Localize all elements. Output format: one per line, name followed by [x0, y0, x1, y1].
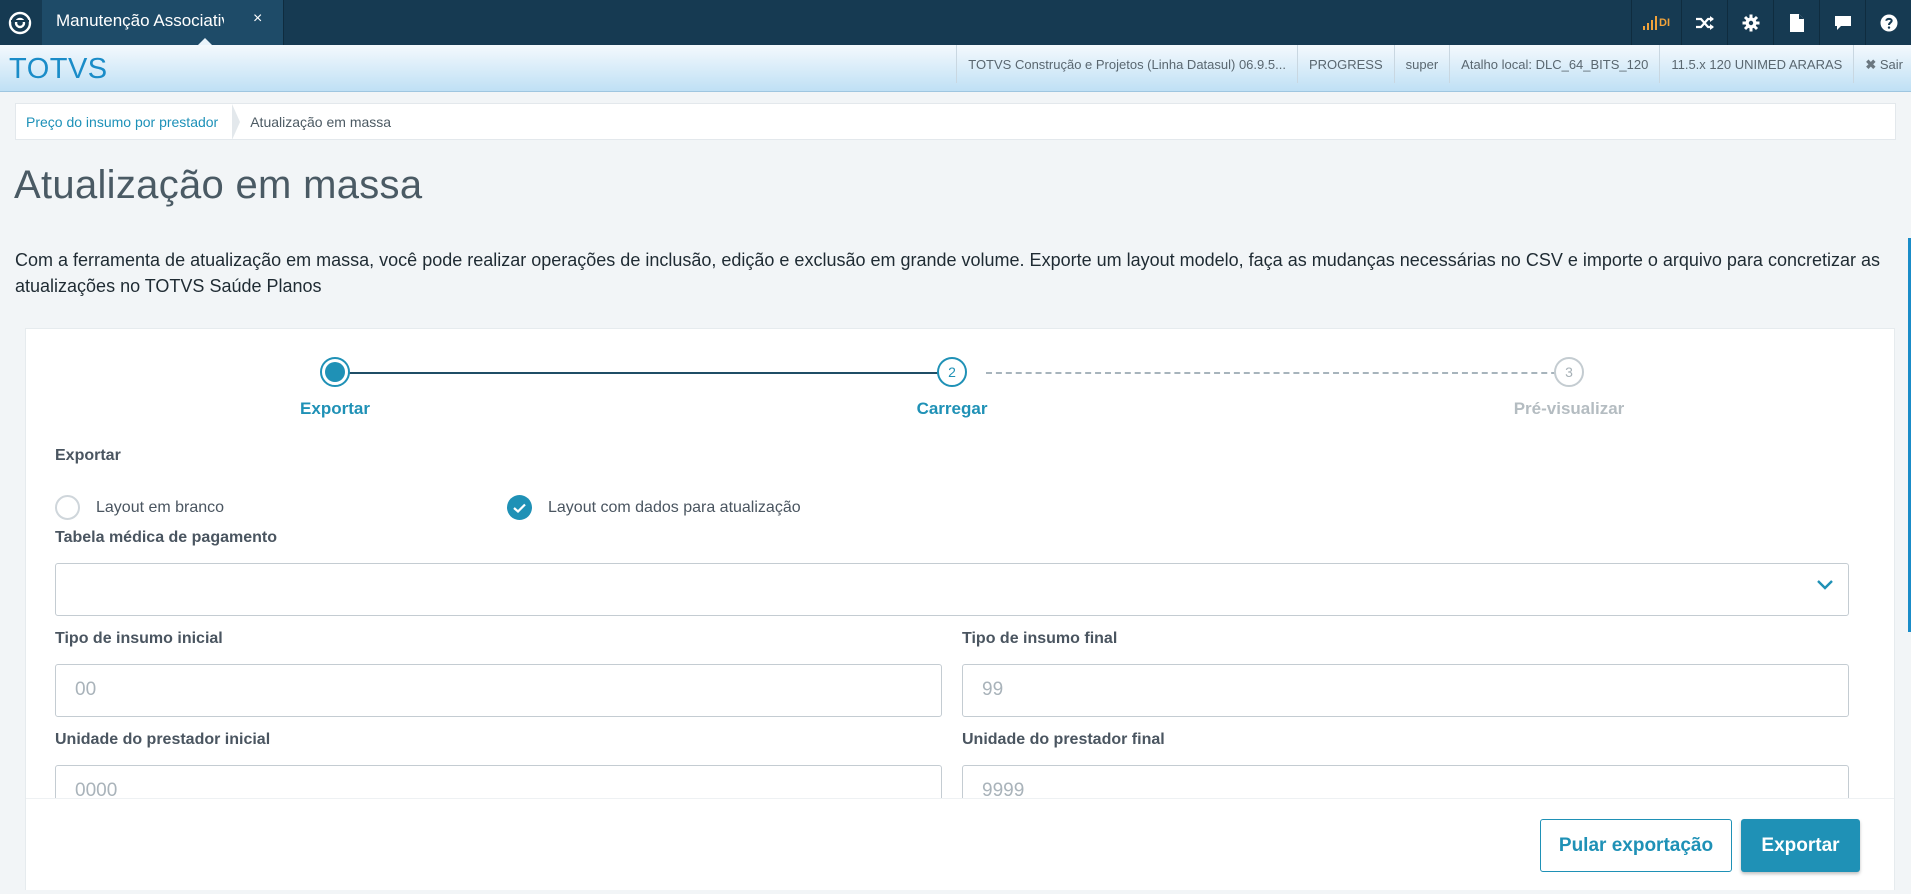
radio-unchecked-icon	[55, 495, 80, 520]
shuffle-icon[interactable]	[1681, 0, 1727, 45]
export-button[interactable]: Exportar	[1741, 819, 1860, 872]
step-1-label[interactable]: Exportar	[235, 399, 435, 419]
top-bar: Manutenção Associativ × DI	[0, 0, 1911, 46]
info-bar: TOTVS TOTVS Construção e Projetos (Linha…	[0, 45, 1911, 92]
stepper-line-completed	[345, 372, 955, 374]
step-active-dot-icon	[325, 362, 345, 382]
breadcrumb-current: Atualização em massa	[250, 113, 392, 130]
company-info: 11.5.x 120 UNIMED ARARAS	[1659, 45, 1853, 83]
help-icon[interactable]	[1865, 0, 1911, 45]
database-info: PROGRESS	[1296, 45, 1394, 83]
tipo-insumo-final-input[interactable]: 99	[962, 664, 1849, 717]
radio-layout-data[interactable]: Layout com dados para atualização	[507, 495, 801, 520]
radio-layout-data-label: Layout com dados para atualização	[548, 498, 801, 516]
bulk-update-card: 2 3 Exportar Carregar Pré-visualizar Exp…	[25, 328, 1895, 890]
close-icon[interactable]: ×	[253, 10, 262, 28]
shortcut-info: Atalho local: DLC_64_BITS_120	[1449, 45, 1659, 83]
chat-icon[interactable]	[1819, 0, 1865, 45]
page-description: Com a ferramenta de atualização em massa…	[15, 250, 1880, 296]
chevron-down-icon	[1817, 580, 1833, 590]
close-icon: ✖	[1865, 57, 1877, 72]
session-info: TOTVS Construção e Projetos (Linha Datas…	[956, 45, 1911, 83]
top-icon-group: DI	[1631, 0, 1911, 45]
step-3-label[interactable]: Pré-visualizar	[1469, 399, 1669, 419]
skip-export-button[interactable]: Pular exportação	[1540, 819, 1732, 872]
tipo-insumo-inicial-label: Tipo de insumo inicial	[55, 630, 223, 647]
signal-label: DI	[1659, 16, 1670, 29]
step-2-label[interactable]: Carregar	[852, 399, 1052, 419]
radio-checked-icon	[507, 495, 532, 520]
tab-label: Manutenção Associativ	[56, 11, 224, 30]
step-2-indicator[interactable]: 2	[937, 357, 967, 387]
signal-icon	[1643, 15, 1657, 30]
step-1-indicator[interactable]	[320, 357, 350, 387]
breadcrumb: Preço do insumo por prestador Atualizaçã…	[15, 103, 1896, 140]
step-3-indicator[interactable]: 3	[1554, 357, 1584, 387]
totvs-logo-icon[interactable]	[0, 0, 40, 45]
tipo-insumo-inicial-input[interactable]: 00	[55, 664, 942, 717]
product-info: TOTVS Construção e Projetos (Linha Datas…	[956, 45, 1297, 83]
document-icon[interactable]	[1773, 0, 1819, 45]
brand-title: TOTVS	[9, 53, 108, 85]
gear-icon[interactable]	[1727, 0, 1773, 45]
breadcrumb-separator	[232, 103, 241, 140]
unidade-prestador-inicial-label: Unidade do prestador inicial	[55, 731, 271, 748]
user-info: super	[1393, 45, 1450, 83]
tab-manutencao[interactable]: Manutenção Associativ ×	[42, 0, 284, 46]
exit-label: Sair	[1879, 57, 1903, 72]
page-title: Atualização em massa	[14, 163, 423, 207]
exit-button[interactable]: ✖ Sair	[1853, 45, 1911, 83]
breadcrumb-parent-link[interactable]: Preço do insumo por prestador	[16, 114, 232, 130]
radio-layout-blank[interactable]: Layout em branco	[55, 495, 224, 520]
unidade-prestador-final-label: Unidade do prestador final	[962, 731, 1165, 748]
card-footer: Pular exportação Exportar	[26, 798, 1894, 890]
signal-indicator[interactable]: DI	[1631, 0, 1681, 45]
tabela-medica-label: Tabela médica de pagamento	[55, 529, 277, 546]
export-section-title: Exportar	[55, 447, 121, 464]
radio-layout-blank-label: Layout em branco	[96, 498, 225, 516]
tabela-medica-select[interactable]	[55, 563, 1849, 616]
tipo-insumo-final-label: Tipo de insumo final	[962, 630, 1118, 647]
stepper-line-pending	[986, 372, 1577, 374]
